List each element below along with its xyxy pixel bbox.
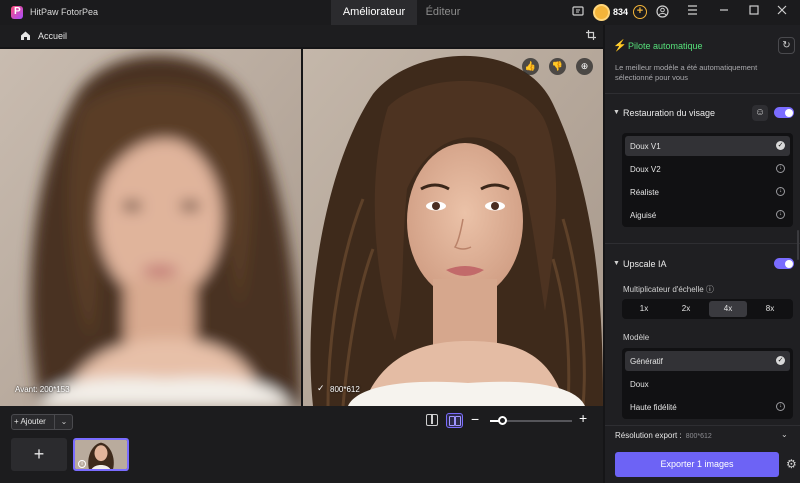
maximize-icon[interactable] — [747, 5, 761, 19]
option-label: Génératif — [630, 357, 663, 366]
menu-icon[interactable] — [685, 5, 699, 19]
face-option-aiguise[interactable]: Aiguisé ↓ — [625, 205, 790, 225]
multiplier-label: Multiplicateur d'échelle ⓘ — [623, 285, 714, 294]
face-option-doux-v1[interactable]: Doux V1 ✓ — [625, 136, 790, 156]
upscale-toggle[interactable] — [774, 258, 794, 269]
before-resolution-label: Avant: 200*153 — [15, 385, 70, 394]
add-button-label[interactable]: + Ajouter — [14, 417, 46, 426]
split-view-icon[interactable] — [426, 414, 438, 426]
thumbs-down-icon[interactable]: 👎 — [549, 58, 566, 75]
model-option-haute-fidelite[interactable]: Haute fidélité ↓ — [625, 397, 790, 417]
tab-editeur[interactable]: Éditeur — [417, 0, 469, 25]
check-icon: ✓ — [317, 383, 325, 393]
crop-icon[interactable] — [586, 30, 597, 41]
face-option-doux-v2[interactable]: Doux V2 ↓ — [625, 159, 790, 179]
upscale-model-list: Génératif ✓ Doux Haute fidélité ↓ — [622, 348, 793, 419]
face-restore-title[interactable]: Restauration du visage — [623, 108, 715, 118]
option-label: Doux — [630, 380, 649, 389]
check-circle-icon: ✓ — [776, 356, 785, 365]
export-resolution-value: 800*612 — [685, 433, 712, 440]
after-resolution-label: 800*612 — [330, 385, 360, 394]
multiplier-2x[interactable]: 2x — [667, 301, 705, 317]
zoom-in-icon[interactable]: ⊕ — [576, 58, 593, 75]
option-label: Haute fidélité — [630, 403, 677, 412]
side-by-side-view-icon[interactable] — [446, 413, 463, 428]
minimize-icon[interactable] — [717, 5, 731, 19]
autopilot-description: Le meilleur modèle a été automatiquement… — [615, 63, 758, 82]
breadcrumb — [0, 25, 603, 47]
refresh-button[interactable]: ↻ — [778, 37, 795, 54]
download-icon[interactable]: ↓ — [776, 164, 785, 173]
multiplier-4x[interactable]: 4x — [709, 301, 747, 317]
multiplier-selector: 1x 2x 4x 8x — [622, 299, 793, 319]
divider — [605, 93, 800, 94]
face-model-list: Doux V1 ✓ Doux V2 ↓ Réaliste ↓ Aiguisé ↓ — [622, 133, 793, 227]
home-icon[interactable] — [20, 30, 31, 41]
face-restore-toggle[interactable] — [774, 107, 794, 118]
option-label: Doux V1 — [630, 142, 661, 151]
app-logo-icon — [11, 6, 23, 19]
after-image — [303, 49, 603, 406]
zoom-in-button[interactable]: + — [579, 411, 587, 425]
model-label: Modèle — [623, 333, 650, 342]
gear-icon[interactable]: ⚙ — [786, 457, 797, 471]
chevron-double-down-icon[interactable]: ⌄ — [781, 430, 788, 439]
export-button[interactable]: Exporter 1 images — [615, 452, 779, 477]
divider — [605, 243, 800, 244]
model-option-generatif[interactable]: Génératif ✓ — [625, 351, 790, 371]
chevron-down-icon[interactable]: ⌄ — [54, 414, 73, 430]
multiplier-1x[interactable]: 1x — [625, 301, 663, 317]
account-icon[interactable] — [655, 5, 669, 19]
download-icon[interactable]: ↓ — [776, 187, 785, 196]
panel-scrollbar[interactable] — [797, 230, 799, 260]
info-icon[interactable]: ⓘ — [706, 285, 714, 294]
thumbs-up-icon[interactable]: 👍 — [522, 58, 539, 75]
upscale-title[interactable]: Upscale IA — [623, 259, 667, 269]
face-option-realiste[interactable]: Réaliste ↓ — [625, 182, 790, 202]
option-label: Aiguisé — [630, 211, 657, 220]
face-icon[interactable]: ☺ — [752, 105, 768, 121]
zoom-slider[interactable] — [490, 416, 572, 425]
feedback-icon[interactable] — [571, 5, 585, 19]
close-icon[interactable] — [775, 5, 789, 19]
app-title: HitPaw FotorPea — [30, 7, 99, 17]
chevron-down-icon[interactable]: ▼ — [613, 260, 620, 267]
download-icon[interactable]: ↓ — [776, 210, 785, 219]
add-credits-button[interactable]: + — [633, 5, 647, 19]
export-resolution: Résolution export :800*612 — [615, 431, 712, 440]
option-label: Réaliste — [630, 188, 659, 197]
check-circle-icon: ✓ — [776, 141, 785, 150]
option-label: Doux V2 — [630, 165, 661, 174]
add-image-tile[interactable]: + — [11, 438, 67, 471]
model-option-doux[interactable]: Doux — [625, 374, 790, 394]
download-icon[interactable]: ↓ — [776, 402, 785, 411]
zoom-out-button[interactable]: − — [471, 412, 479, 426]
before-image — [0, 49, 301, 406]
bolt-icon: ⚡ — [613, 40, 627, 52]
chevron-down-icon[interactable]: ▼ — [613, 109, 620, 116]
credits-count: 834 — [613, 7, 629, 17]
tab-ameliorateur[interactable]: Améliorateur — [331, 0, 417, 25]
divider — [605, 425, 800, 426]
info-icon[interactable]: i — [78, 460, 86, 468]
breadcrumb-home-link[interactable]: Accueil — [38, 31, 67, 41]
multiplier-8x[interactable]: 8x — [751, 301, 789, 317]
credits-coin-icon — [593, 4, 610, 21]
autopilot-title: Pilote automatique — [628, 41, 703, 51]
